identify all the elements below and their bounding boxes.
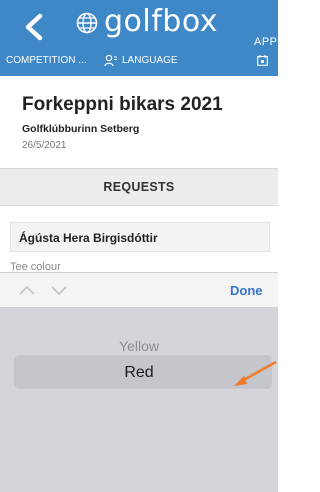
requests-label: REQUESTS — [103, 180, 175, 194]
event-info: Forkeppni bikars 2021 Golfklúbburinn Set… — [0, 76, 278, 168]
requests-section-header: REQUESTS — [0, 168, 278, 206]
header-nav: COMPETITION ... LANGUAGE — [0, 52, 278, 74]
language-menu[interactable]: LANGUAGE — [122, 55, 178, 66]
annotation-arrow-icon — [234, 360, 277, 386]
globe-icon — [76, 12, 98, 34]
picker-option[interactable]: Yellow — [0, 338, 278, 354]
player-name: Ágústa Hera Birgisdóttir — [19, 231, 158, 245]
tee-colour-label: Tee colour — [10, 261, 61, 271]
logo-wordmark: golfbox — [104, 4, 219, 39]
event-date: 26/5/2021 — [22, 140, 67, 151]
app-header: golfbox APP COMPETITION ... LANGUAGE — [0, 0, 278, 76]
user-icon[interactable] — [104, 54, 118, 67]
done-button[interactable]: Done — [230, 283, 263, 298]
club-name: Golfklúbburinn Setberg — [22, 123, 140, 135]
chevron-up-icon[interactable] — [18, 282, 36, 298]
player-row[interactable]: Ágústa Hera Birgisdóttir — [10, 222, 270, 252]
back-chevron-icon[interactable] — [22, 12, 46, 42]
logo-app-label: APP — [254, 36, 278, 48]
keyboard-accessory-bar: Done — [0, 272, 278, 308]
competition-menu[interactable]: COMPETITION ... — [6, 55, 87, 66]
tee-colour-picker[interactable]: Yellow Red — [0, 308, 278, 492]
chevron-down-icon[interactable] — [50, 282, 68, 298]
calendar-icon[interactable] — [257, 55, 268, 66]
page-title: Forkeppni bikars 2021 — [22, 94, 223, 115]
